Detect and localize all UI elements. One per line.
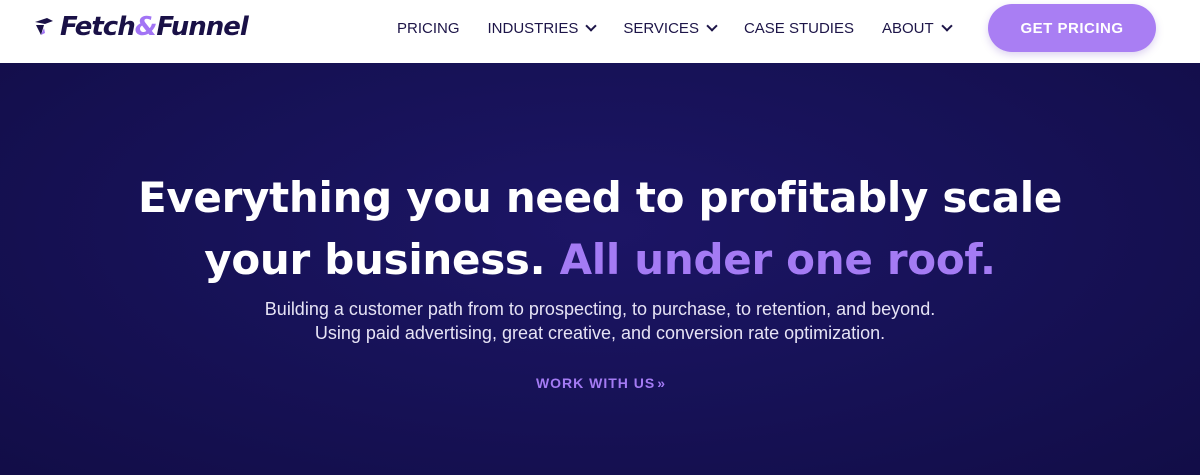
hero-subtext: Building a customer path from to prospec…: [0, 297, 1200, 345]
nav-item-label: INDUSTRIES: [487, 19, 579, 37]
nav-item-case-studies[interactable]: CASE STUDIES: [744, 20, 854, 37]
logo[interactable]: Fetch&Funnel: [32, 10, 249, 44]
work-with-us-link[interactable]: WORK WITH US»: [0, 375, 1200, 391]
nav-item-label: ABOUT: [881, 19, 934, 37]
chevron-down-icon: [941, 20, 953, 32]
nav-item-label: SERVICES: [623, 19, 699, 37]
chevron-down-icon: [706, 20, 718, 32]
subtext-line-1: Building a customer path from to prospec…: [264, 299, 936, 319]
logo-wordmark: Fetch&Funnel: [60, 12, 249, 42]
double-chevron-right-icon: »: [657, 375, 665, 391]
get-pricing-button[interactable]: GET PRICING: [988, 4, 1156, 52]
nav-item-label: CASE STUDIES: [743, 19, 854, 37]
hero-headline: Everything you need to profitably scale …: [0, 167, 1200, 291]
site-header: Fetch&Funnel PRICING INDUSTRIES SERVICES…: [0, 0, 1200, 63]
subtext-line-2: Using paid advertising, great creative, …: [314, 323, 886, 343]
nav-item-industries[interactable]: INDUSTRIES: [487, 19, 598, 37]
chevron-down-icon: [585, 20, 598, 32]
logo-ampersand: &: [134, 12, 158, 42]
headline-line-1: Everything you need to profitably scale: [137, 173, 1063, 222]
work-with-us-label: WORK WITH US: [535, 375, 656, 391]
nav-item-services[interactable]: SERVICES: [623, 19, 718, 37]
nav-item-about[interactable]: ABOUT: [881, 19, 953, 37]
headline-line-2-accent: All under one roof.: [559, 235, 996, 284]
nav-item-pricing[interactable]: PRICING: [397, 20, 460, 37]
logo-part-funnel: Funnel: [156, 12, 248, 42]
headline-line-2-plain: your business.: [204, 235, 546, 284]
logo-part-fetch: Fetch: [60, 12, 136, 42]
hero-section: Everything you need to profitably scale …: [0, 63, 1200, 475]
logo-mark-icon: [32, 15, 56, 39]
main-nav: PRICING INDUSTRIES SERVICES CASE STUDIES…: [397, 18, 953, 38]
nav-item-label: PRICING: [397, 19, 460, 37]
